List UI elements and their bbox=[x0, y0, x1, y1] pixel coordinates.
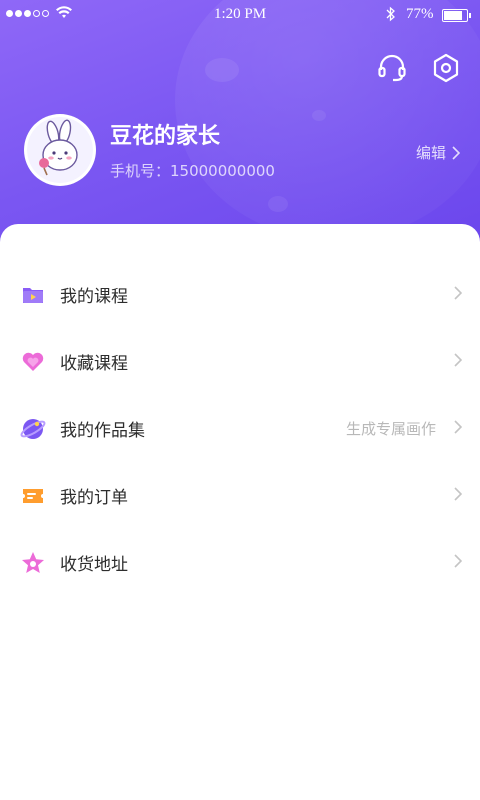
menu-item-label: 收藏课程 bbox=[60, 354, 128, 374]
menu-item-my-portfolio[interactable]: 我的作品集 生成专属画作 bbox=[0, 395, 480, 462]
crater-decoration bbox=[268, 196, 288, 212]
chevron-right-icon bbox=[454, 286, 462, 300]
course-folder-icon bbox=[20, 282, 46, 308]
menu-item-my-orders[interactable]: 我的订单 bbox=[0, 462, 480, 529]
menu-list: 我的课程 收藏课程 我的作品集 生成专属画作 我的订单 收货地址 bbox=[0, 261, 480, 596]
avatar[interactable] bbox=[24, 114, 96, 186]
profile-header: 1:20 PM 77% 豆花的家长 手机号：15000000000 编辑 bbox=[0, 0, 480, 260]
crater-decoration bbox=[312, 110, 326, 121]
headset-icon[interactable] bbox=[376, 52, 408, 84]
menu-item-label: 我的课程 bbox=[60, 287, 128, 307]
planet-icon bbox=[20, 416, 46, 442]
battery-icon bbox=[442, 9, 471, 22]
phone-number: 手机号：15000000000 bbox=[110, 162, 275, 180]
chevron-right-icon bbox=[454, 487, 462, 501]
status-bar: 1:20 PM 77% bbox=[0, 0, 480, 30]
menu-item-hint: 生成专属画作 bbox=[345, 420, 436, 438]
moon-decoration bbox=[175, 0, 480, 240]
menu-item-favorite-courses[interactable]: 收藏课程 bbox=[0, 328, 480, 395]
ticket-icon bbox=[20, 483, 46, 509]
star-icon bbox=[20, 550, 46, 576]
chevron-right-icon bbox=[454, 554, 462, 568]
crater-decoration bbox=[205, 58, 239, 82]
menu-item-label: 收货地址 bbox=[60, 555, 128, 575]
user-name: 豆花的家长 bbox=[110, 124, 221, 149]
edit-profile-button[interactable]: 编辑 bbox=[416, 142, 460, 163]
settings-icon[interactable] bbox=[430, 52, 462, 84]
menu-item-my-courses[interactable]: 我的课程 bbox=[0, 261, 480, 328]
heart-icon bbox=[20, 349, 46, 375]
bunny-avatar-icon bbox=[27, 117, 93, 183]
bluetooth-icon bbox=[386, 6, 395, 22]
menu-item-label: 我的作品集 bbox=[60, 421, 145, 441]
chevron-right-icon bbox=[454, 353, 462, 367]
chevron-right-icon bbox=[454, 420, 462, 434]
battery-percent: 77% bbox=[406, 6, 434, 22]
menu-item-label: 我的订单 bbox=[60, 488, 128, 508]
menu-card: 我的课程 收藏课程 我的作品集 生成专属画作 我的订单 收货地址 bbox=[0, 224, 480, 800]
edit-label: 编辑 bbox=[415, 144, 446, 162]
chevron-right-icon bbox=[452, 145, 460, 160]
menu-item-shipping-address[interactable]: 收货地址 bbox=[0, 529, 480, 596]
